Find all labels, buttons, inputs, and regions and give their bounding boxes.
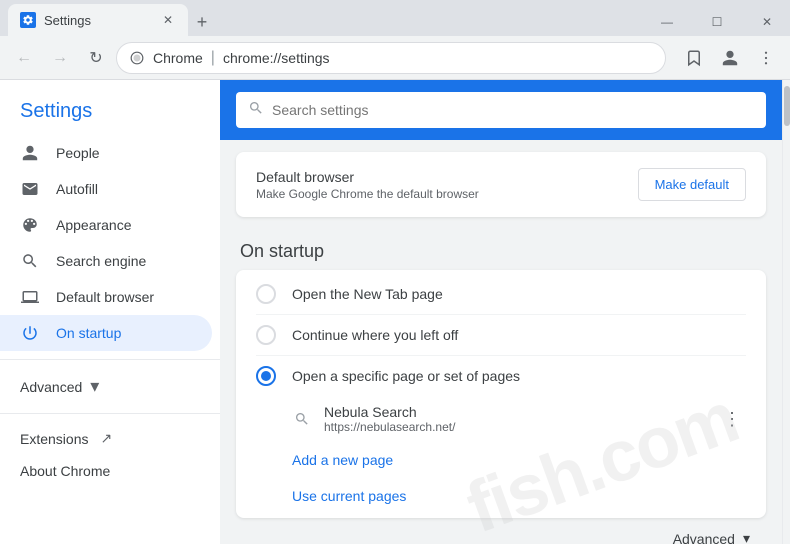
autofill-icon — [20, 179, 40, 199]
sidebar-on-startup-label: On startup — [56, 325, 121, 341]
settings-title: Settings — [0, 92, 220, 135]
radio-continue — [256, 325, 276, 345]
url-site: Chrome — [153, 50, 203, 66]
default-browser-icon — [20, 287, 40, 307]
search-bar-wrapper — [220, 80, 782, 140]
bottom-advanced-arrow: ▾ — [743, 530, 750, 544]
sidebar-divider — [0, 359, 220, 360]
sidebar-item-autofill[interactable]: Autofill — [0, 171, 212, 207]
page-favicon-icon — [292, 409, 312, 429]
account-button[interactable] — [714, 42, 746, 74]
menu-button[interactable] — [750, 42, 782, 74]
radio-new-tab-label: Open the New Tab page — [292, 286, 443, 302]
sidebar-divider-2 — [0, 413, 220, 414]
sidebar-advanced-section[interactable]: Advanced ▾ — [0, 368, 220, 405]
radio-option-continue[interactable]: Continue where you left off — [236, 315, 766, 355]
on-startup-icon — [20, 323, 40, 343]
new-tab-button[interactable]: + — [188, 8, 216, 36]
sidebar-autofill-label: Autofill — [56, 181, 98, 197]
tab-title: Settings — [44, 13, 91, 28]
window-controls: — ☐ ✕ — [644, 8, 790, 36]
search-engine-icon — [20, 251, 40, 271]
settings-search-input[interactable] — [272, 102, 754, 118]
use-current-pages-link[interactable]: Use current pages — [236, 478, 766, 514]
close-tab-button[interactable]: ✕ — [160, 12, 176, 28]
sidebar-item-appearance[interactable]: Appearance — [0, 207, 212, 243]
startup-card: Open the New Tab page Continue where you… — [236, 270, 766, 518]
startup-page-item: Nebula Search https://nebulasearch.net/ … — [236, 396, 766, 442]
on-startup-title: On startup — [236, 229, 766, 270]
scrollbar-thumb[interactable] — [784, 86, 790, 126]
browser-frame: Settings ✕ + — ☐ ✕ ← → ↻ Chrome | chrome… — [0, 0, 790, 544]
radio-option-new-tab[interactable]: Open the New Tab page — [236, 274, 766, 314]
search-bar[interactable] — [236, 92, 766, 128]
sidebar: Settings People Autofill Appearance — [0, 80, 220, 544]
settings-search-icon — [248, 100, 264, 121]
main-content: Settings People Autofill Appearance — [0, 80, 790, 544]
default-browser-subtitle: Make Google Chrome the default browser — [256, 187, 479, 201]
sidebar-appearance-label: Appearance — [56, 217, 132, 233]
startup-page-menu-button[interactable]: ⋮ — [719, 405, 746, 434]
sidebar-search-label: Search engine — [56, 253, 146, 269]
advanced-arrow-icon: ▾ — [90, 376, 99, 397]
bottom-advanced-button[interactable]: Advanced ▾ — [236, 518, 766, 544]
default-browser-section: Default browser Make Google Chrome the d… — [236, 152, 766, 217]
sidebar-item-default-browser[interactable]: Default browser — [0, 279, 212, 315]
add-new-page-link[interactable]: Add a new page — [236, 442, 766, 478]
appearance-icon — [20, 215, 40, 235]
sidebar-about-chrome[interactable]: About Chrome — [0, 455, 220, 487]
back-button[interactable]: ← — [8, 42, 40, 74]
sidebar-people-label: People — [56, 145, 100, 161]
radio-continue-label: Continue where you left off — [292, 327, 458, 343]
minimize-button[interactable]: — — [644, 8, 690, 36]
startup-page-name: Nebula Search — [324, 404, 707, 420]
about-chrome-label: About Chrome — [20, 463, 110, 479]
browser-toolbar: ← → ↻ Chrome | chrome://settings — [0, 36, 790, 80]
forward-button[interactable]: → — [44, 42, 76, 74]
external-link-icon: ↗ — [100, 430, 112, 447]
on-startup-section: On startup Open the New Tab page Continu… — [236, 229, 766, 544]
radio-specific-page — [256, 366, 276, 386]
sidebar-item-on-startup[interactable]: On startup — [0, 315, 212, 351]
bottom-advanced-label: Advanced — [673, 531, 735, 544]
advanced-section-label: Advanced — [20, 379, 82, 395]
radio-option-specific-page[interactable]: Open a specific page or set of pages — [236, 356, 766, 396]
sidebar-item-search-engine[interactable]: Search engine — [0, 243, 212, 279]
toolbar-actions — [678, 42, 782, 74]
bookmark-button[interactable] — [678, 42, 710, 74]
startup-page-info: Nebula Search https://nebulasearch.net/ — [324, 404, 707, 434]
url-path: chrome://settings — [223, 50, 330, 66]
default-browser-title: Default browser — [256, 169, 479, 185]
make-default-button[interactable]: Make default — [638, 168, 746, 201]
tab-favicon — [20, 12, 36, 28]
sidebar-extensions[interactable]: Extensions ↗ — [0, 422, 220, 455]
content-panel: Default browser Make Google Chrome the d… — [220, 80, 782, 544]
sidebar-default-browser-label: Default browser — [56, 289, 154, 305]
tab-bar: Settings ✕ + — ☐ ✕ — [0, 0, 790, 36]
default-browser-text: Default browser Make Google Chrome the d… — [256, 169, 479, 201]
url-separator: | — [211, 49, 215, 67]
maximize-button[interactable]: ☐ — [694, 8, 740, 36]
settings-tab[interactable]: Settings ✕ — [8, 4, 188, 36]
radio-new-tab — [256, 284, 276, 304]
radio-specific-page-label: Open a specific page or set of pages — [292, 368, 520, 384]
address-bar[interactable]: Chrome | chrome://settings — [116, 42, 666, 74]
close-button[interactable]: ✕ — [744, 8, 790, 36]
sidebar-item-people[interactable]: People — [0, 135, 212, 171]
scrollbar[interactable] — [782, 80, 790, 544]
startup-page-url: https://nebulasearch.net/ — [324, 420, 707, 434]
person-icon — [20, 143, 40, 163]
site-security-icon — [129, 50, 145, 66]
extensions-label: Extensions — [20, 431, 88, 447]
refresh-button[interactable]: ↻ — [80, 42, 112, 74]
